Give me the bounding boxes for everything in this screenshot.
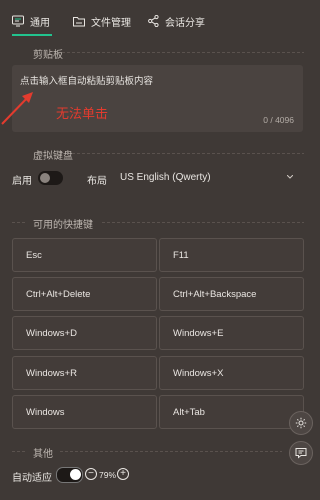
shortcut-ctrl-alt-delete-button[interactable]: Ctrl+Alt+Delete (12, 277, 157, 311)
virtual-keyboard-section-title: 虚拟键盘 (33, 151, 73, 162)
keyboard-enable-label: 启用 (12, 176, 32, 187)
zoom-out-button[interactable]: − (85, 468, 97, 480)
shortcut-alt-tab-button[interactable]: Alt+Tab (159, 395, 304, 429)
chevron-down-icon[interactable] (287, 175, 293, 179)
keyboard-layout-label: 布局 (87, 176, 107, 187)
annotation-arrow-icon (1, 92, 33, 125)
section-divider (102, 222, 304, 223)
tab-session-share-label: 会话分享 (165, 17, 205, 29)
minus-icon: − (88, 468, 94, 479)
section-divider (72, 153, 304, 154)
shortcut-windows-e-button[interactable]: Windows+E (159, 316, 304, 350)
share-icon (148, 15, 159, 27)
shortcuts-section-title: 可用的快捷键 (33, 220, 93, 231)
tab-bar: 通用 文件管理 会话分享 (0, 0, 317, 44)
folder-icon (73, 16, 85, 26)
tab-general-label: 通用 (30, 17, 50, 29)
tab-file-management[interactable]: 文件管理 (73, 12, 131, 30)
keyboard-layout-select[interactable]: US English (Qwerty) (120, 172, 211, 183)
clipboard-section-title: 剪贴板 (33, 50, 63, 61)
clipboard-char-counter: 0 / 4096 (263, 115, 294, 125)
auto-fit-label: 自动适应 (12, 473, 52, 484)
tab-general[interactable]: 通用 (12, 12, 50, 30)
tab-file-management-label: 文件管理 (91, 17, 131, 29)
other-section-title: 其他 (33, 449, 53, 460)
auto-fit-toggle[interactable] (56, 467, 83, 483)
keyboard-enable-toggle[interactable] (38, 171, 63, 185)
tab-session-share[interactable]: 会话分享 (148, 12, 205, 30)
section-divider (12, 222, 26, 223)
active-tab-indicator (12, 34, 52, 36)
annotation-label: 无法单击 (56, 106, 109, 121)
shortcut-windows-button[interactable]: Windows (12, 395, 157, 429)
shortcut-f11-button[interactable]: F11 (159, 238, 304, 272)
settings-gear-icon (295, 417, 307, 429)
settings-button[interactable] (289, 411, 313, 435)
plus-icon: + (120, 468, 126, 479)
shortcut-windows-r-button[interactable]: Windows+R (12, 356, 157, 390)
section-divider (60, 451, 282, 452)
shortcut-ctrl-alt-backspace-button[interactable]: Ctrl+Alt+Backspace (159, 277, 304, 311)
shortcut-esc-button[interactable]: Esc (12, 238, 157, 272)
section-divider (62, 52, 304, 53)
shortcut-windows-d-button[interactable]: Windows+D (12, 316, 157, 350)
section-divider (12, 451, 26, 452)
clipboard-placeholder: 点击输入框自动粘贴剪贴板内容 (20, 76, 154, 87)
feedback-button[interactable] (289, 441, 313, 465)
monitor-icon (12, 15, 24, 27)
shortcut-windows-x-button[interactable]: Windows+X (159, 356, 304, 390)
zoom-in-button[interactable]: + (117, 468, 129, 480)
zoom-level: 79% (99, 470, 117, 480)
chat-feedback-icon (295, 448, 307, 459)
